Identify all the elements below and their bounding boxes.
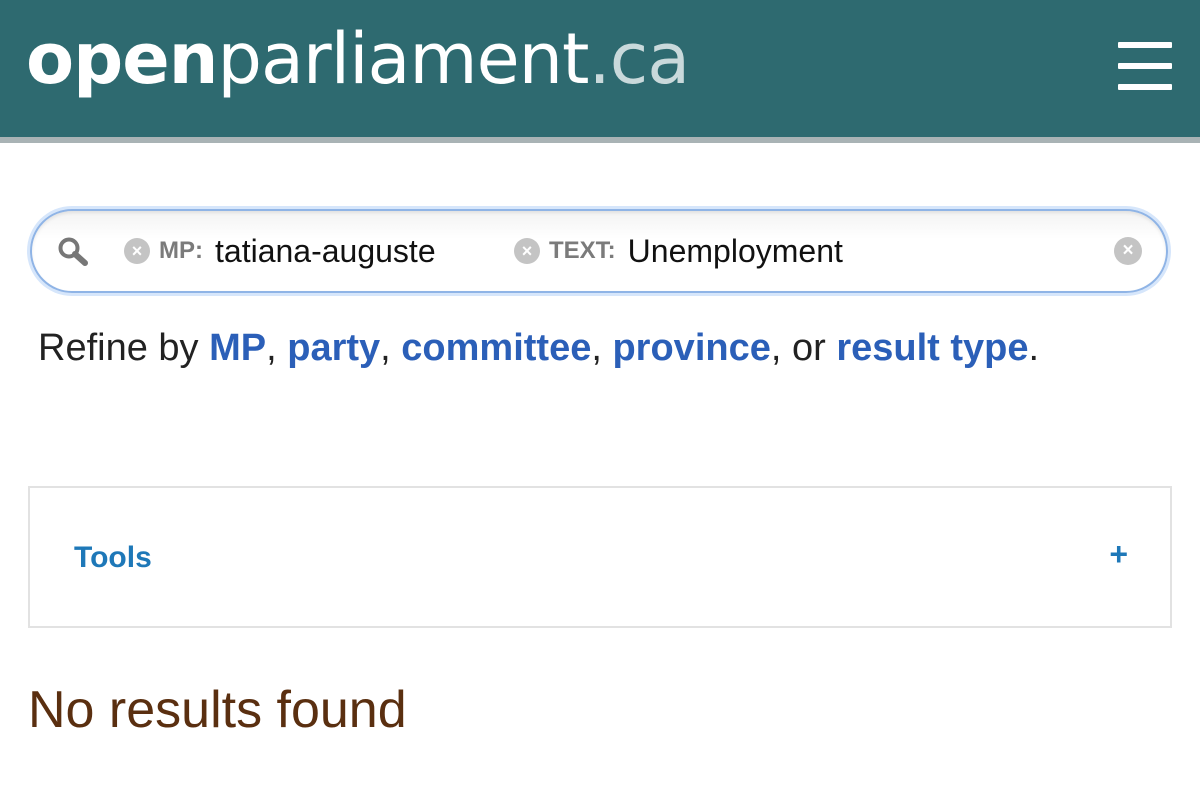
refine-separator: ,	[591, 327, 602, 369]
expand-icon[interactable]: +	[1109, 536, 1128, 573]
refine-prefix: Refine by	[38, 327, 199, 369]
search-input[interactable]: × MP: tatiana-auguste × TEXT: Unemployme…	[30, 209, 1168, 293]
refine-party-link[interactable]: party	[287, 327, 380, 369]
no-results-message: No results found	[28, 681, 407, 739]
tools-panel[interactable]: Tools +	[28, 486, 1172, 628]
clear-icon[interactable]: ×	[1114, 237, 1142, 265]
token-key: MP:	[159, 237, 203, 264]
logo-parliament: parliament	[217, 18, 590, 100]
refine-suffix: .	[1028, 327, 1040, 369]
refine-mp-link[interactable]: MP	[209, 327, 266, 369]
refine-committee-link[interactable]: committee	[401, 327, 591, 369]
site-logo[interactable]: openparliament.ca	[26, 24, 690, 94]
logo-tld: .ca	[588, 18, 690, 100]
search-icon	[58, 237, 88, 266]
refine-separator: ,	[266, 327, 277, 369]
hamburger-menu-icon[interactable]	[1118, 42, 1172, 90]
site-header: openparliament.ca	[0, 0, 1200, 143]
token-key: TEXT:	[549, 237, 616, 264]
refine-links: Refine by MP, party, committee, province…	[38, 327, 1039, 370]
remove-token-icon[interactable]: ×	[124, 238, 150, 264]
refine-separator: , or	[770, 327, 826, 369]
refine-province-link[interactable]: province	[612, 327, 770, 369]
remove-token-icon[interactable]: ×	[514, 238, 540, 264]
refine-separator: ,	[380, 327, 391, 369]
token-value: tatiana-auguste	[215, 232, 436, 269]
tools-label: Tools	[74, 541, 152, 574]
search-token-mp: × MP: tatiana-auguste	[124, 231, 436, 271]
search-token-text: × TEXT: Unemployment	[514, 231, 843, 271]
logo-open: open	[26, 18, 219, 100]
refine-result-type-link[interactable]: result type	[836, 327, 1028, 369]
token-value: Unemployment	[627, 232, 843, 269]
